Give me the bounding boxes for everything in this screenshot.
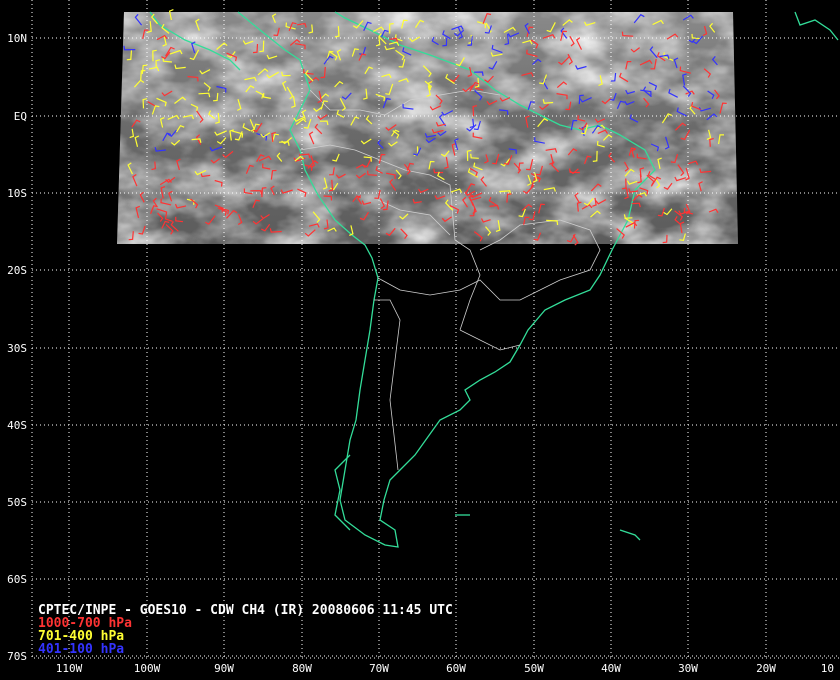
- map-caption: CPTEC/INPE - GOES10 - CDW CH4 (IR) 20080…: [38, 604, 453, 656]
- latitude-label: 60S: [7, 573, 27, 586]
- longitude-labels: 110W 100W 90W 80W 70W 60W 50W 40W 30W 20W 10: [56, 662, 834, 675]
- longitude-label: 40W: [601, 662, 621, 675]
- latitude-label: 20S: [7, 264, 27, 277]
- longitude-label: 110W: [56, 662, 83, 675]
- latitude-label: 10N: [7, 32, 27, 45]
- longitude-label: 20W: [756, 662, 776, 675]
- latitude-label: EQ: [14, 110, 27, 123]
- satellite-image: [117, 12, 738, 244]
- latitude-label: 50S: [7, 496, 27, 509]
- latitude-label: 70S: [7, 650, 27, 663]
- longitude-label: 30W: [678, 662, 698, 675]
- legend-high-level: 401-100 hPa: [38, 642, 125, 657]
- satellite-map: 10N EQ 10S 20S 30S 40S 50S 60S 70S 110W 100W 90W 80…: [7, 0, 840, 675]
- longitude-label: 10: [821, 662, 834, 675]
- longitude-label: 90W: [214, 662, 234, 675]
- latitude-label: 40S: [7, 419, 27, 432]
- latitude-label: 30S: [7, 342, 27, 355]
- longitude-label: 60W: [446, 662, 466, 675]
- longitude-label: 100W: [134, 662, 161, 675]
- longitude-label: 80W: [292, 662, 312, 675]
- longitude-label: 70W: [369, 662, 389, 675]
- latitude-labels: 10N EQ 10S 20S 30S 40S 50S 60S 70S: [7, 32, 27, 663]
- longitude-label: 50W: [524, 662, 544, 675]
- latitude-label: 10S: [7, 187, 27, 200]
